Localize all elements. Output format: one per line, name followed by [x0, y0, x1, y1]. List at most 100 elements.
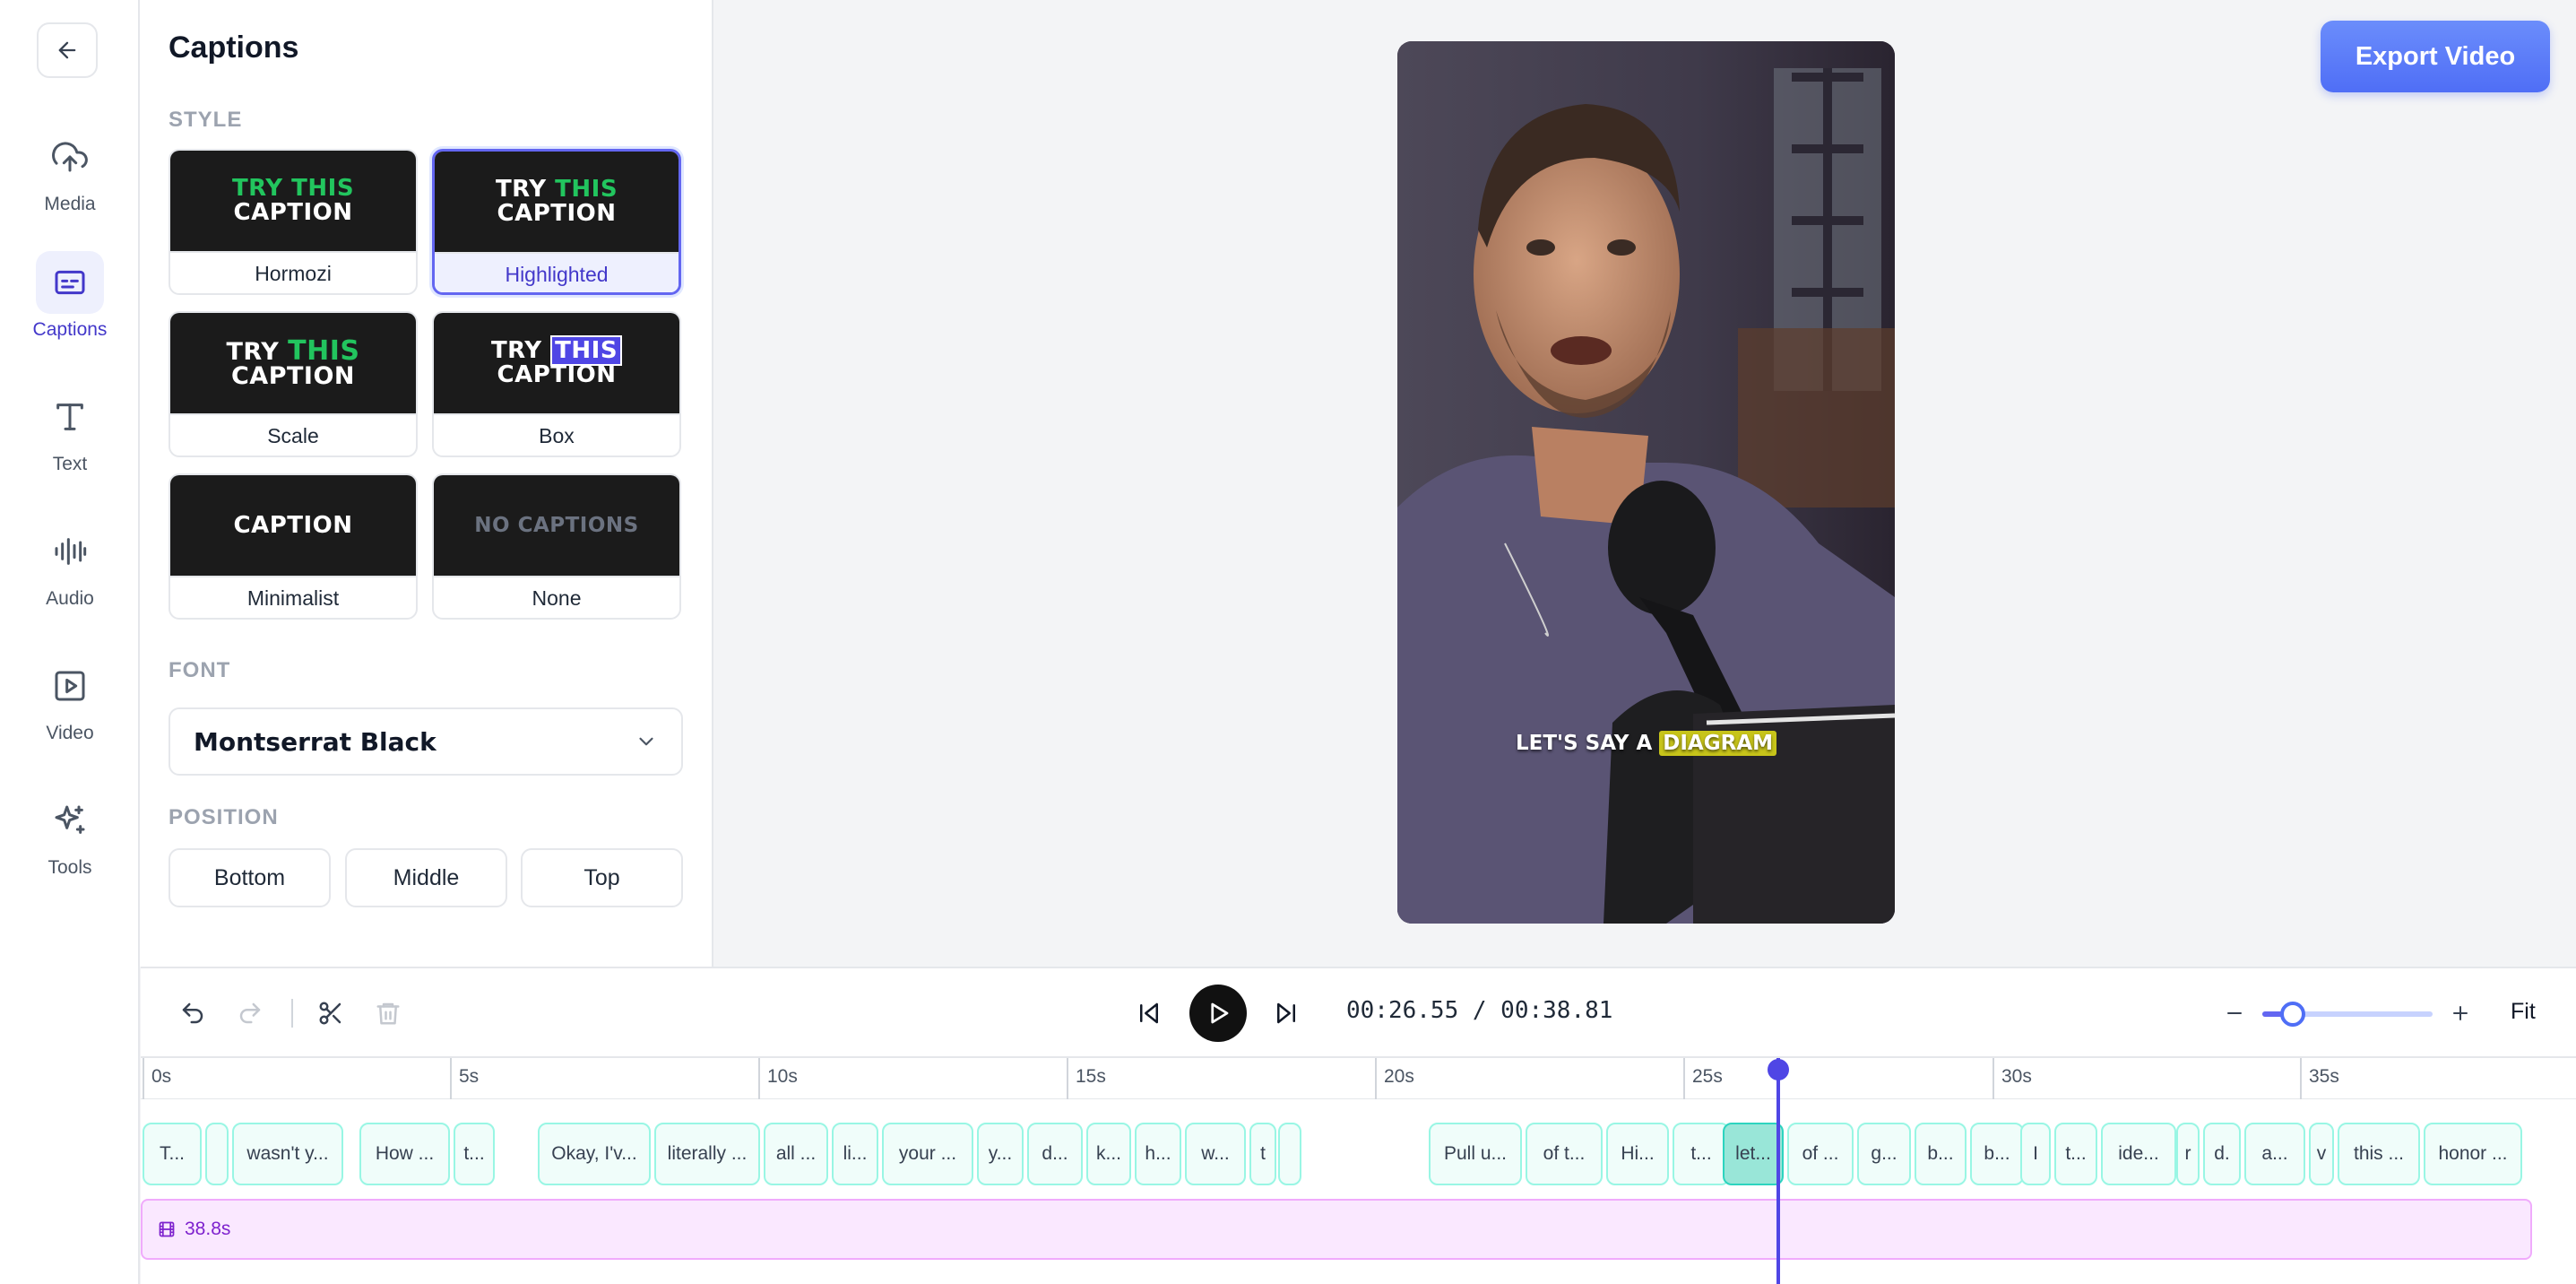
- caption-chip[interactable]: How ...: [359, 1123, 450, 1185]
- sidebar-item-media[interactable]: Media: [0, 126, 140, 233]
- caption-chip[interactable]: I: [2020, 1123, 2051, 1185]
- sidebar-item-audio[interactable]: Audio: [0, 520, 140, 628]
- caption-chip[interactable]: honor ...: [2424, 1123, 2522, 1185]
- undo-button[interactable]: [175, 995, 211, 1031]
- playhead-handle[interactable]: [1768, 1059, 1789, 1080]
- caption-chip[interactable]: h...: [1135, 1123, 1181, 1185]
- caption-chip[interactable]: t...: [454, 1123, 495, 1185]
- back-button[interactable]: [37, 22, 98, 78]
- position-bottom-button[interactable]: Bottom: [169, 848, 331, 907]
- caption-chip[interactable]: t...: [1673, 1123, 1730, 1185]
- caption-chip[interactable]: Okay, I'v...: [538, 1123, 651, 1185]
- caption-chip[interactable]: li...: [832, 1123, 878, 1185]
- position-top-button[interactable]: Top: [521, 848, 683, 907]
- caption-chip[interactable]: Hi...: [1606, 1123, 1669, 1185]
- captions-panel: Captions STYLE TRY THIS CAPTION Hormozi …: [140, 0, 713, 967]
- toolbar-divider: [291, 999, 293, 1028]
- style-preview: TRY THIS CAPTION: [434, 313, 679, 413]
- caption-chip[interactable]: y...: [977, 1123, 1024, 1185]
- caption-chip[interactable]: b...: [1970, 1123, 2024, 1185]
- caption-chip[interactable]: your ...: [882, 1123, 973, 1185]
- sidebar-item-video[interactable]: Video: [0, 655, 140, 762]
- split-button[interactable]: [313, 995, 349, 1031]
- caption-chip[interactable]: of ...: [1787, 1123, 1854, 1185]
- caption-chip[interactable]: r: [2176, 1123, 2200, 1185]
- redo-icon: [239, 1002, 261, 1024]
- playhead[interactable]: [1768, 1058, 1789, 1284]
- caption-chip[interactable]: ide...: [2101, 1123, 2176, 1185]
- style-preview: NO CAPTIONS: [434, 475, 679, 576]
- caption-chip[interactable]: of t...: [1526, 1123, 1603, 1185]
- ruler-tick: 0s: [143, 1058, 171, 1099]
- sidebar-item-label: Audio: [46, 588, 94, 609]
- caption-chip[interactable]: d.: [2203, 1123, 2241, 1185]
- fit-button[interactable]: Fit: [2511, 999, 2536, 1025]
- sidebar-item-captions[interactable]: Captions: [0, 251, 140, 359]
- style-preview: TRY THIS CAPTION: [435, 152, 679, 252]
- zoom-out-button[interactable]: [2217, 995, 2252, 1031]
- sidebar-rail: Media Captions Text Audio Video Tools: [0, 0, 140, 1284]
- caption-chip[interactable]: this ...: [2338, 1123, 2420, 1185]
- font-section-label: FONT: [169, 658, 231, 682]
- style-name: Highlighted: [435, 252, 679, 292]
- style-card-none[interactable]: NO CAPTIONS None: [432, 473, 681, 620]
- arrow-left-icon: [58, 41, 76, 59]
- redo-button[interactable]: [232, 995, 268, 1031]
- delete-button[interactable]: [370, 995, 406, 1031]
- zoom-in-button[interactable]: [2442, 995, 2478, 1031]
- caption-chip[interactable]: t...: [2054, 1123, 2097, 1185]
- caption-track: T... wasn't y... How ... t... Okay, I'v.…: [141, 1123, 2576, 1185]
- style-card-highlighted[interactable]: TRY THIS CAPTION Highlighted: [432, 149, 681, 295]
- video-caption: LET'S SAY A DIAGRAM: [1397, 731, 1895, 756]
- scissors-icon: [319, 1002, 341, 1025]
- caption-chip[interactable]: d...: [1027, 1123, 1083, 1185]
- skip-back-icon: [1140, 1002, 1158, 1024]
- caption-chip[interactable]: b...: [1915, 1123, 1967, 1185]
- sidebar-item-text[interactable]: Text: [0, 386, 140, 493]
- text-icon: [36, 386, 104, 448]
- caption-chip[interactable]: k...: [1086, 1123, 1131, 1185]
- audio-wave-icon: [36, 520, 104, 583]
- style-card-minimalist[interactable]: CAPTION Minimalist: [169, 473, 418, 620]
- style-name: Hormozi: [170, 251, 416, 293]
- undo-icon: [182, 1002, 203, 1024]
- timeline-toolbar: 00:26.55 / 00:38.81 Fit: [141, 967, 2576, 1056]
- font-select-value: Montserrat Black: [194, 726, 437, 757]
- caption-chip[interactable]: t: [1249, 1123, 1276, 1185]
- style-card-scale[interactable]: TRY THIS CAPTION Scale: [169, 311, 418, 457]
- export-video-button[interactable]: Export Video: [2321, 21, 2550, 92]
- timeline[interactable]: 0s 5s 10s 15s 20s 25s 30s 35s T... wasn'…: [141, 1056, 2576, 1284]
- caption-chip[interactable]: Pull u...: [1429, 1123, 1522, 1185]
- zoom-slider-thumb[interactable]: [2280, 1002, 2306, 1027]
- skip-back-button[interactable]: [1131, 995, 1167, 1031]
- caption-chip[interactable]: T...: [143, 1123, 202, 1185]
- position-middle-button[interactable]: Middle: [345, 848, 507, 907]
- caption-chip[interactable]: w...: [1185, 1123, 1246, 1185]
- caption-chip[interactable]: v: [2309, 1123, 2334, 1185]
- caption-chip[interactable]: all ...: [764, 1123, 828, 1185]
- caption-chip-active[interactable]: let...: [1723, 1123, 1784, 1185]
- style-card-box[interactable]: TRY THIS CAPTION Box: [432, 311, 681, 457]
- skip-forward-button[interactable]: [1268, 995, 1304, 1031]
- caption-chip[interactable]: a...: [2244, 1123, 2305, 1185]
- zoom-slider[interactable]: [2262, 1002, 2433, 1027]
- video-clip-track[interactable]: 38.8s: [141, 1199, 2532, 1260]
- upload-cloud-icon: [36, 126, 104, 188]
- video-preview[interactable]: LET'S SAY A DIAGRAM: [1397, 41, 1895, 924]
- caption-chip[interactable]: g...: [1857, 1123, 1911, 1185]
- chevron-down-icon: [639, 737, 653, 746]
- ruler-tick: 35s: [2300, 1058, 2339, 1099]
- style-card-hormozi[interactable]: TRY THIS CAPTION Hormozi: [169, 149, 418, 295]
- caption-chip[interactable]: [1278, 1123, 1301, 1185]
- video-frame: [1397, 41, 1895, 924]
- style-name: None: [434, 576, 679, 618]
- font-select[interactable]: Montserrat Black: [169, 707, 683, 776]
- skip-forward-icon: [1277, 1002, 1295, 1024]
- caption-chip[interactable]: [205, 1123, 229, 1185]
- caption-chip[interactable]: wasn't y...: [232, 1123, 343, 1185]
- captions-icon: [36, 251, 104, 314]
- style-preview: TRY THIS CAPTION: [170, 151, 416, 251]
- play-button[interactable]: [1189, 985, 1247, 1042]
- caption-chip[interactable]: literally ...: [654, 1123, 760, 1185]
- sidebar-item-tools[interactable]: Tools: [0, 789, 140, 897]
